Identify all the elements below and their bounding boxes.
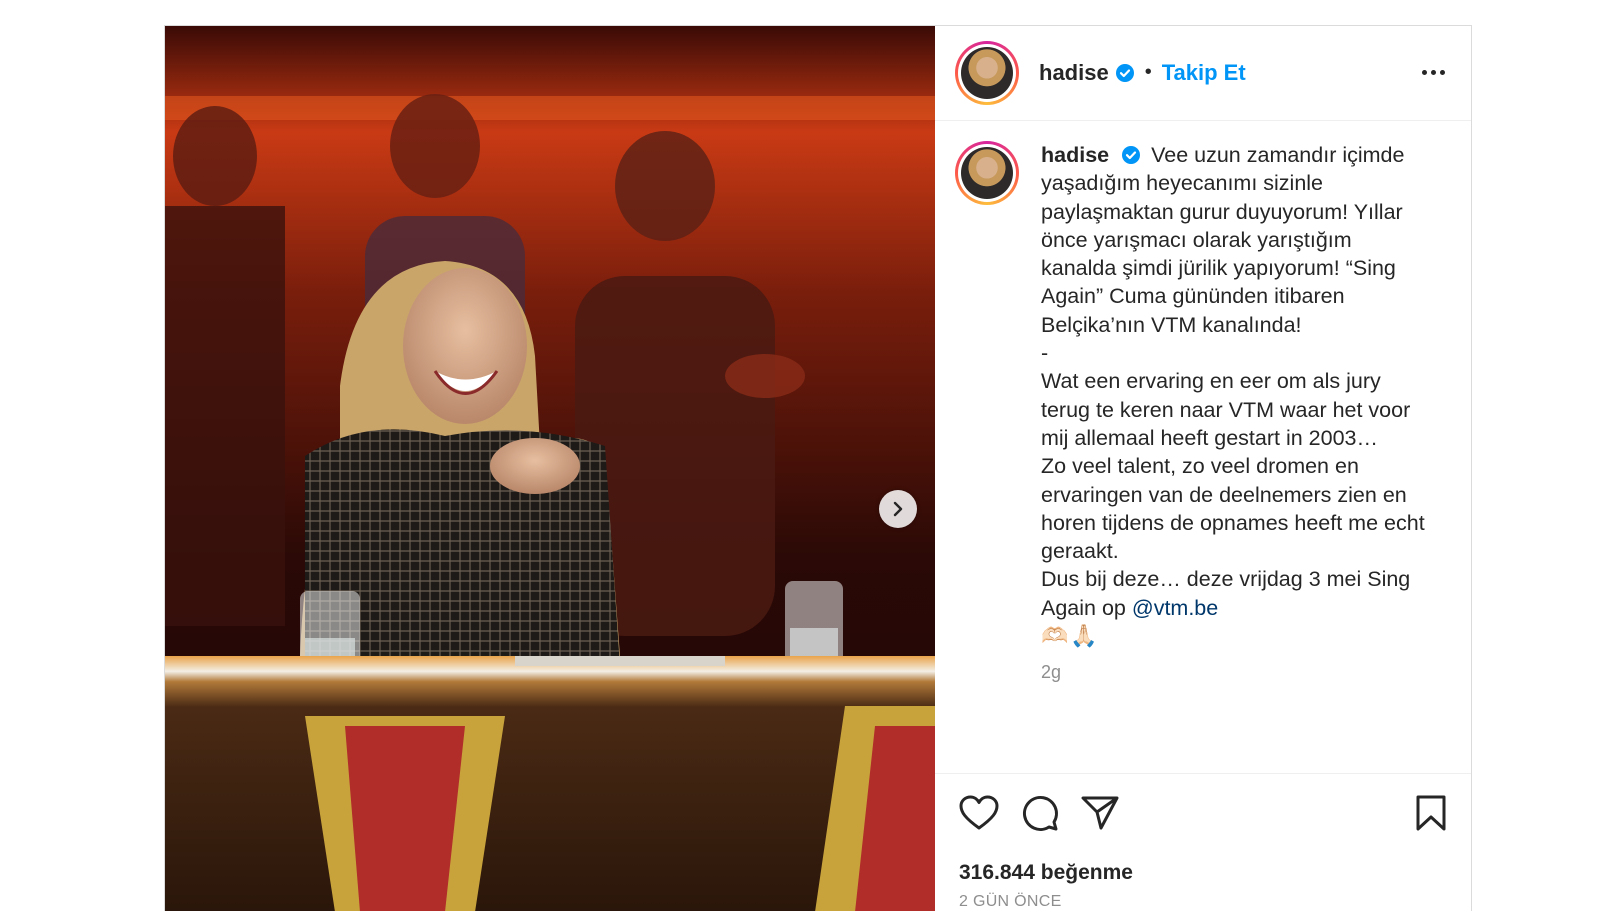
avatar[interactable] [955, 40, 1019, 105]
caption-dash: - [1041, 341, 1049, 366]
post-header: hadise • Takip Et [935, 26, 1471, 121]
separator-dot: • [1144, 61, 1152, 84]
post-date: 2 GÜN ÖNCE [959, 893, 1062, 910]
avatar-image [961, 46, 1013, 99]
avatar-image [961, 146, 1013, 199]
comment-icon[interactable] [1021, 794, 1059, 832]
caption-paragraph-nl-3: Dus bij deze… deze vrijdag 3 mei Sing Ag… [1041, 567, 1411, 620]
verified-badge-icon [1115, 63, 1135, 83]
next-slide-button[interactable] [879, 490, 917, 528]
header-username[interactable]: hadise [1039, 60, 1109, 86]
action-bar [935, 774, 1471, 853]
caption-paragraph-nl-1: Wat een ervaring en eer om als jury teru… [1041, 369, 1411, 450]
chevron-right-icon [893, 501, 903, 517]
post-photo [165, 26, 935, 911]
post-side-panel: hadise • Takip Et hadise Vee uzun zamand… [935, 26, 1471, 911]
heart-icon[interactable] [959, 795, 999, 831]
follow-button[interactable]: Takip Et [1162, 60, 1246, 86]
caption-section: hadise Vee uzun zamandır içimde yaşadığı… [935, 121, 1471, 774]
caption-emojis: 🫶🏻🙏🏻 [1041, 623, 1100, 648]
caption-text: hadise Vee uzun zamandır içimde yaşadığı… [1041, 141, 1426, 773]
post-media[interactable] [165, 26, 935, 911]
mention-link[interactable]: @vtm.be [1132, 596, 1218, 620]
paper-plane-icon[interactable] [1081, 795, 1119, 831]
more-horizontal-icon[interactable] [1416, 64, 1451, 81]
caption-age[interactable]: 2g [1041, 658, 1426, 686]
like-count[interactable]: 316.844 beğenme [935, 853, 1471, 885]
caption-paragraph-nl-2: Zo veel talent, zo veel dromen en ervari… [1041, 454, 1425, 564]
caption-paragraph-tr: Vee uzun zamandır içimde yaşadığım heyec… [1041, 142, 1405, 337]
caption-avatar[interactable] [955, 140, 1019, 205]
caption-username[interactable]: hadise [1041, 143, 1109, 167]
verified-badge-icon [1121, 145, 1141, 165]
bookmark-icon[interactable] [1415, 794, 1447, 832]
instagram-post: hadise • Takip Et hadise Vee uzun zamand… [164, 25, 1472, 911]
